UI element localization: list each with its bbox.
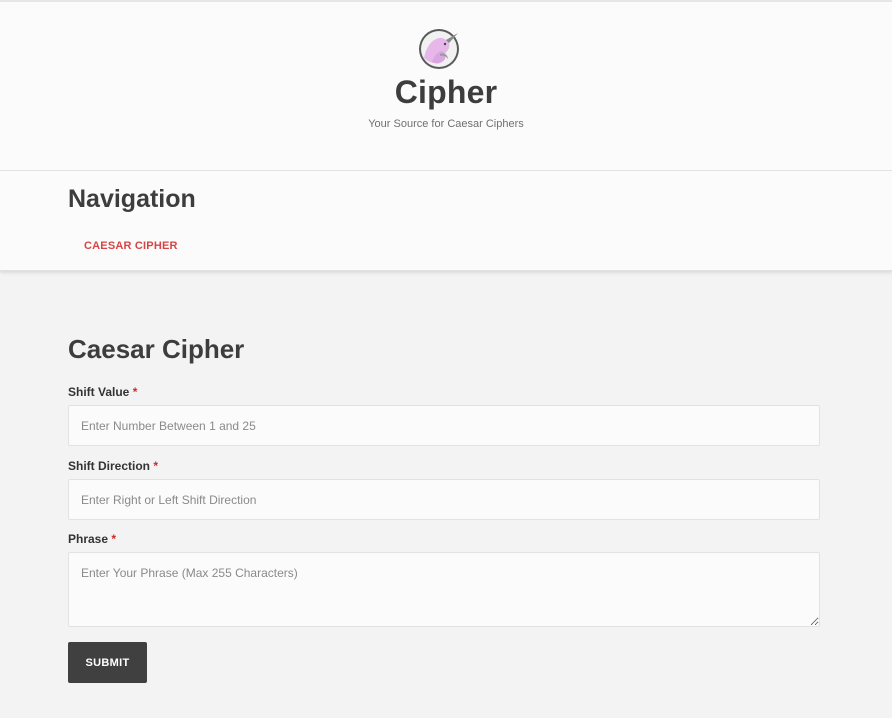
required-marker: * (132, 385, 138, 399)
shift-value-label: Shift Value * (68, 385, 137, 399)
navigation-heading: Navigation (68, 185, 196, 213)
phrase-textarea[interactable] (68, 552, 820, 627)
shift-direction-input[interactable] (68, 479, 820, 520)
nav-link-caesar-cipher[interactable]: CAESAR CIPHER (84, 240, 178, 252)
shift-direction-label: Shift Direction * (68, 459, 158, 473)
required-marker: * (153, 459, 159, 473)
site-tagline: Your Source for Caesar Ciphers (368, 118, 524, 130)
page-title: Caesar Cipher (68, 334, 245, 364)
site-header: Cipher Your Source for Caesar Ciphers (0, 0, 892, 171)
shift-direction-label-text: Shift Direction (68, 459, 151, 473)
navigation-panel: Navigation CAESAR CIPHER (0, 171, 892, 271)
phrase-label: Phrase * (68, 532, 116, 546)
unicorn-logo-icon[interactable] (418, 28, 460, 70)
phrase-label-text: Phrase (68, 532, 109, 546)
submit-button[interactable]: SUBMIT (68, 642, 147, 683)
shift-value-input[interactable] (68, 405, 820, 446)
required-marker: * (111, 532, 117, 546)
shift-value-label-text: Shift Value (68, 385, 130, 399)
site-title[interactable]: Cipher (0, 74, 892, 111)
